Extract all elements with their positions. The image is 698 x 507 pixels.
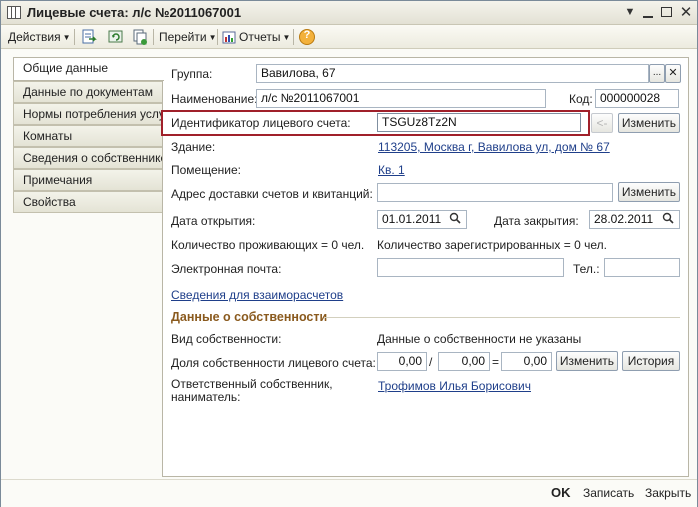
section-divider — [324, 317, 680, 318]
tab-label: Нормы потребления услуг — [23, 107, 163, 121]
copy-to-list-icon[interactable] — [80, 28, 98, 46]
dialog-footer: OK Записать Закрыть — [1, 479, 697, 507]
toolbar-separator — [153, 29, 154, 45]
chevron-down-icon: ▼ — [208, 33, 217, 42]
history-button[interactable]: История — [622, 351, 680, 371]
share-denominator-field[interactable]: 0,00 — [438, 352, 490, 371]
reports-menu-label: Отчеты — [239, 30, 281, 44]
save-button[interactable]: Записать — [583, 486, 634, 500]
change-id-button[interactable]: Изменить — [618, 113, 680, 133]
responsible-owner-link[interactable]: Трофимов Илья Борисович — [378, 379, 531, 393]
code-field[interactable]: 000000028 — [595, 89, 679, 108]
tab-label: Комнаты — [23, 129, 73, 143]
open-date-label: Дата открытия: — [171, 214, 256, 228]
actions-menu-label: Действия — [8, 30, 61, 44]
change-address-button[interactable]: Изменить — [618, 182, 680, 202]
responsible-owner-label-2: наниматель: — [171, 390, 241, 404]
close-date-label: Дата закрытия: — [494, 214, 579, 228]
chevron-down-icon: ▼ — [62, 33, 71, 42]
email-field[interactable] — [377, 258, 564, 277]
group-select-button[interactable]: ... — [649, 64, 665, 83]
toolbar-separator — [217, 29, 218, 45]
responsible-owner-label-1: Ответственный собственник, — [171, 377, 333, 391]
tab-label: Примечания — [23, 173, 93, 187]
chevron-down-icon: ▼ — [282, 33, 291, 42]
account-id-field[interactable]: TSGUz8Tz2N — [377, 113, 581, 132]
share-equals: = — [492, 355, 500, 369]
email-label: Электронная почта: — [171, 262, 282, 276]
window-menu-button[interactable]: ▼ — [621, 4, 639, 21]
goto-menu[interactable]: Перейти ▼ — [159, 29, 216, 45]
goto-menu-label: Перейти — [159, 30, 207, 44]
tab-rooms[interactable]: Комнаты — [13, 125, 163, 147]
building-label: Здание: — [171, 140, 216, 154]
open-date-field[interactable]: 01.01.2011 — [377, 210, 467, 229]
tab-consumption-norms[interactable]: Нормы потребления услуг — [13, 103, 163, 125]
list-icon — [7, 6, 21, 19]
toolbar: Действия ▼ Перейти ▼ Отчеты ▼ ? — [1, 25, 697, 49]
premises-label: Помещение: — [171, 163, 241, 177]
tab-general[interactable]: Общие данные — [13, 57, 164, 81]
delivery-address-label: Адрес доставки счетов и квитанций: — [171, 187, 373, 201]
share-slash: / — [429, 355, 433, 369]
tab-label: Сведения о собственнике — [23, 151, 163, 165]
help-icon[interactable]: ? — [298, 28, 316, 46]
tab-strip: Общие данные Данные по документам Нормы … — [13, 57, 164, 213]
tab-label: Данные по документам — [23, 85, 153, 99]
group-field[interactable]: Вавилова, 67 — [256, 64, 649, 83]
back-arrow-button[interactable]: <- — [591, 113, 613, 133]
name-field[interactable]: л/с №2011067001 — [256, 89, 546, 108]
ownership-type-label: Вид собственности: — [171, 332, 282, 346]
title-bar: Лицевые счета: л/с №2011067001 ▼ ✕ — [1, 1, 697, 25]
window-title: Лицевые счета: л/с №2011067001 — [27, 5, 242, 20]
reports-icon — [222, 29, 236, 47]
calendar-search-icon[interactable] — [662, 212, 678, 227]
share-result-field[interactable]: 0,00 — [501, 352, 552, 371]
refresh-icon[interactable] — [107, 28, 125, 46]
delivery-address-field[interactable] — [377, 183, 613, 202]
settlements-link[interactable]: Сведения для взаиморасчетов — [171, 288, 343, 302]
tab-documents[interactable]: Данные по документам — [13, 81, 163, 103]
account-window: Лицевые счета: л/с №2011067001 ▼ ✕ Дейст… — [0, 0, 698, 507]
share-numerator-field[interactable]: 0,00 — [377, 352, 427, 371]
maximize-button[interactable] — [657, 4, 675, 21]
copy-document-icon[interactable] — [131, 28, 149, 46]
toolbar-separator — [74, 29, 75, 45]
ok-button[interactable]: OK — [551, 485, 571, 500]
minimize-button[interactable] — [639, 4, 657, 21]
group-clear-icon[interactable]: ✕ — [665, 64, 681, 83]
close-date-value: 28.02.2011 — [594, 212, 654, 226]
close-icon[interactable]: ✕ — [677, 4, 695, 21]
name-label: Наименование: — [171, 92, 258, 106]
change-share-button[interactable]: Изменить — [556, 351, 618, 371]
close-button[interactable]: Закрыть — [645, 486, 691, 500]
ownership-type-value: Данные о собственности не указаны — [377, 332, 582, 346]
premises-link[interactable]: Кв. 1 — [378, 163, 405, 177]
open-date-value: 01.01.2011 — [382, 212, 442, 226]
ownership-section-title: Данные о собственности — [171, 310, 328, 324]
registered-count-text: Количество зарегистрированных = 0 чел. — [377, 238, 607, 252]
phone-field[interactable] — [604, 258, 680, 277]
help-icon-label: ? — [303, 29, 311, 41]
building-link[interactable]: 113205, Москва г, Вавилова ул, дом № 67 — [378, 140, 610, 154]
toolbar-separator — [293, 29, 294, 45]
close-date-field[interactable]: 28.02.2011 — [589, 210, 680, 229]
calendar-search-icon[interactable] — [449, 212, 465, 227]
group-label: Группа: — [171, 67, 213, 81]
account-id-label: Идентификатор лицевого счета: — [171, 116, 351, 130]
tab-owner-info[interactable]: Сведения о собственнике — [13, 147, 163, 169]
tab-label: Общие данные — [23, 61, 109, 75]
tab-label: Свойства — [23, 195, 76, 209]
code-label: Код: — [569, 92, 593, 106]
ownership-share-label: Доля собственности лицевого счета: — [171, 356, 376, 370]
phone-label: Тел.: — [573, 262, 600, 276]
tab-notes[interactable]: Примечания — [13, 169, 163, 191]
actions-menu[interactable]: Действия ▼ — [8, 29, 71, 45]
reports-menu[interactable]: Отчеты ▼ — [239, 29, 290, 45]
tab-properties[interactable]: Свойства — [13, 191, 163, 213]
residents-count-text: Количество проживающих = 0 чел. — [171, 238, 365, 252]
